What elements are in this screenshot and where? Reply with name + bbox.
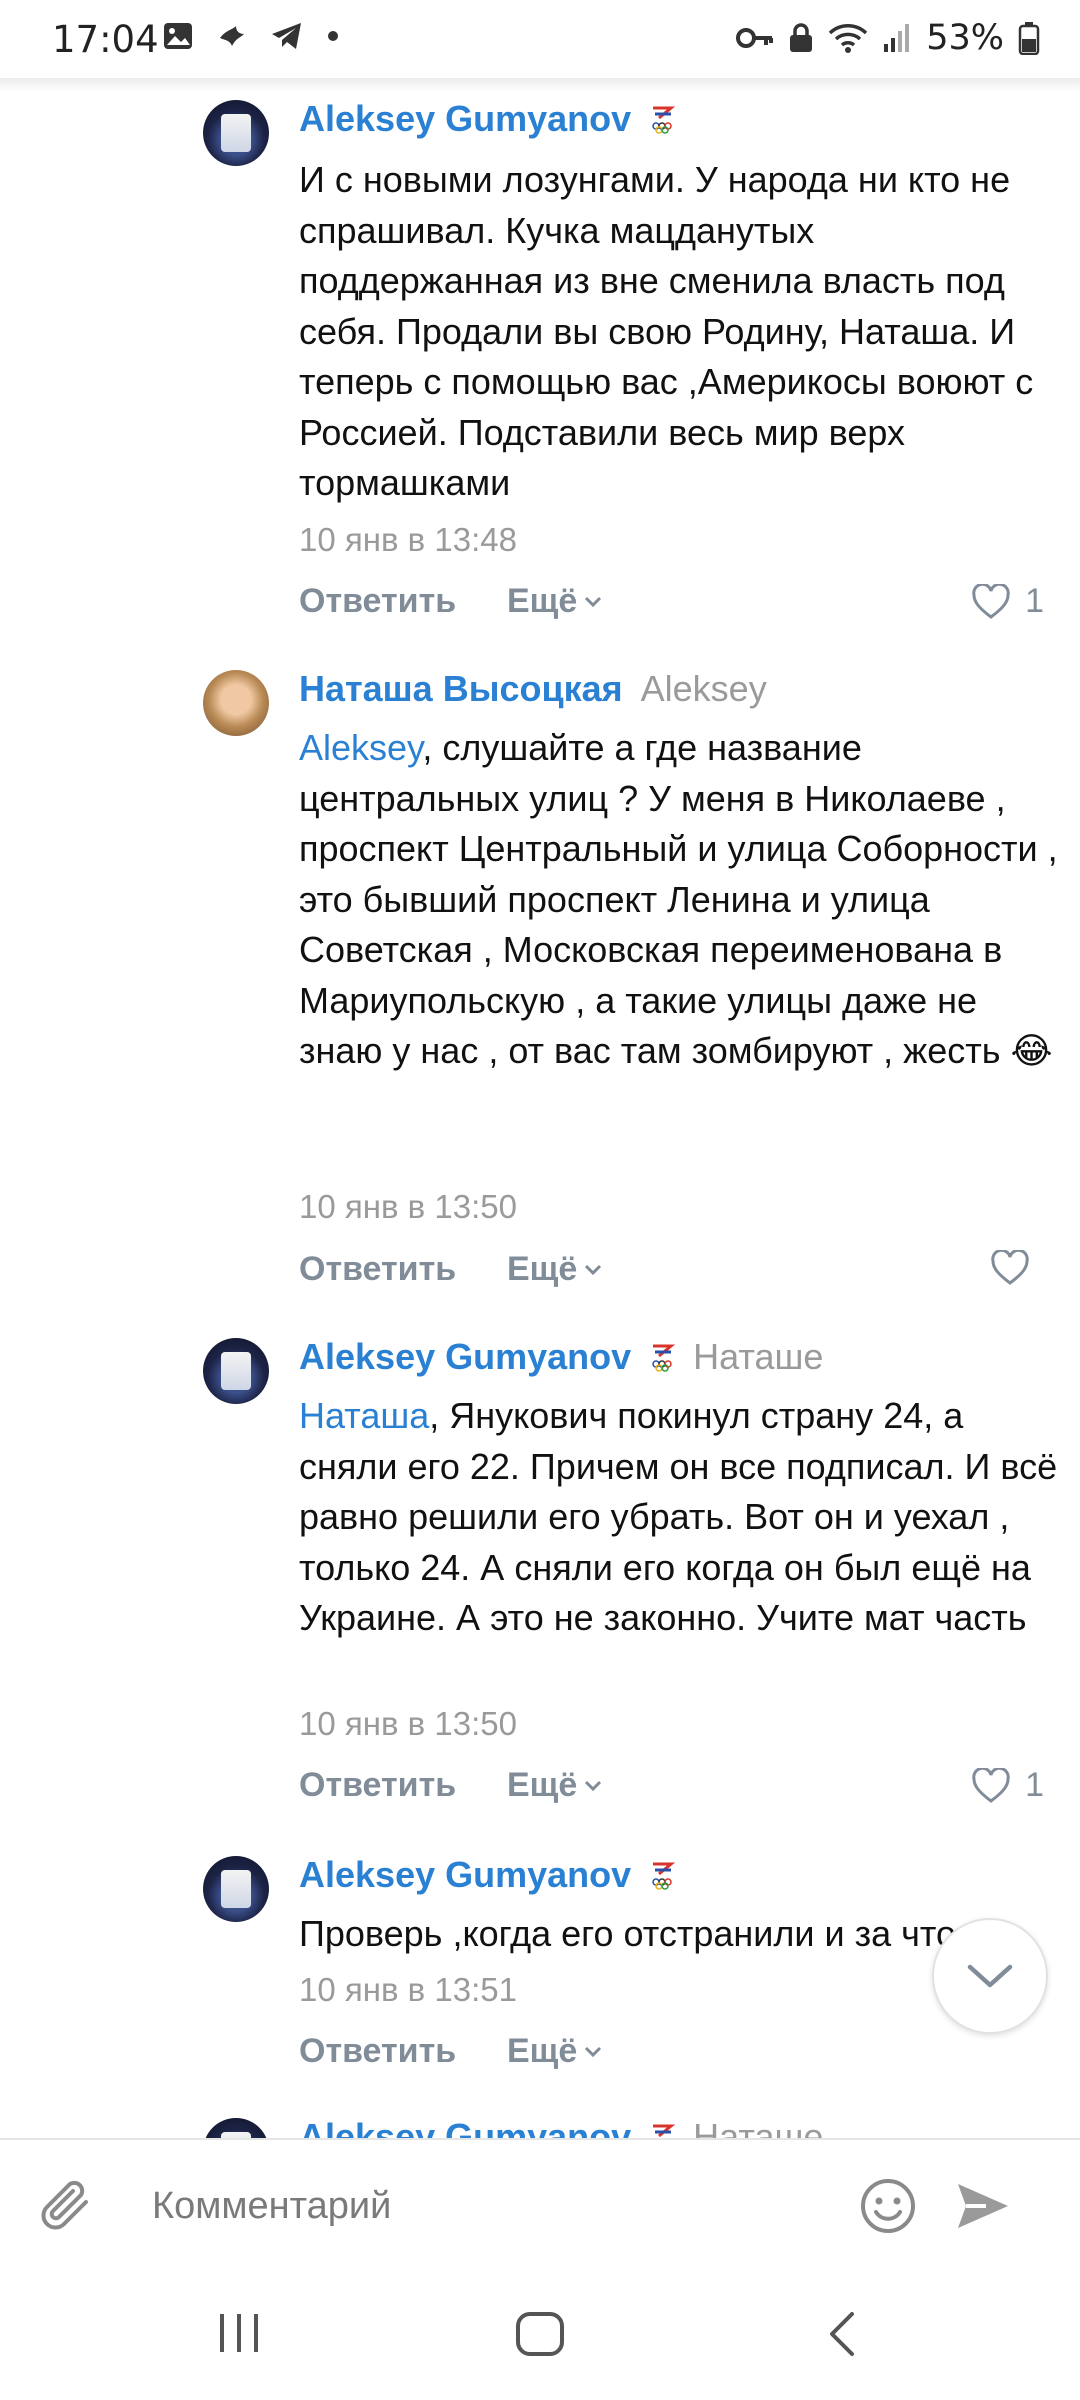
top-shadow [0, 78, 1080, 92]
comment-header: Aleksey Gumyanov [299, 98, 676, 140]
battery-icon [1018, 22, 1040, 55]
mention-link[interactable]: Aleksey [299, 727, 422, 768]
dot-icon [328, 31, 338, 41]
reply-button[interactable]: Ответить [299, 1250, 456, 1289]
comment-composer [0, 2138, 1080, 2272]
comment-date: 10 янв в 13:50 [299, 1188, 517, 1225]
more-button[interactable]: Ещё [507, 2032, 603, 2071]
more-button[interactable]: Ещё [507, 582, 603, 621]
heart-icon [972, 583, 1010, 619]
like-count: 1 [1025, 1766, 1044, 1804]
telegram-icon [272, 23, 301, 49]
heart-icon [972, 1767, 1010, 1803]
author-name[interactable]: Aleksey Gumyanov [299, 98, 631, 140]
comment-header: Aleksey Gumyanov [299, 1854, 676, 1896]
emoji-icon[interactable] [858, 2176, 918, 2236]
comments-list[interactable]: Aleksey Gumyanov И с новыми лозунгами. У… [0, 78, 1080, 2138]
chevron-down-icon [585, 2046, 602, 2057]
author-name[interactable]: Наташа Высоцкая [299, 668, 623, 710]
like-button[interactable] [990, 1250, 1044, 1286]
chevron-down-icon [585, 1264, 602, 1275]
comment-input[interactable] [150, 2170, 834, 2242]
comment-body: , слушайте а где название центральных ул… [299, 727, 1058, 1071]
comment-actions: Ответить Ещё [299, 2032, 1044, 2082]
paperclip-icon[interactable] [38, 2176, 98, 2238]
author-name[interactable]: Aleksey Gumyanov [299, 2116, 631, 2138]
reply-to-name[interactable]: Наташе [693, 1336, 823, 1378]
olympic-badge-icon [652, 1862, 676, 1890]
wifi-icon [828, 24, 868, 53]
notification-icons [162, 20, 340, 52]
reply-button[interactable]: Ответить [299, 582, 456, 621]
avatar[interactable] [203, 100, 269, 166]
key-icon [736, 28, 774, 48]
avatar[interactable] [203, 2118, 269, 2138]
reply-to-name[interactable]: Наташе [693, 2116, 823, 2138]
recents-icon[interactable] [214, 2310, 264, 2356]
comment-actions: Ответить Ещё 1 [299, 582, 1044, 632]
back-icon[interactable] [822, 2310, 862, 2358]
system-nav-bar [0, 2270, 1080, 2400]
vk-bird-icon [220, 26, 244, 46]
more-button[interactable]: Ещё [507, 1250, 603, 1289]
comment-header: Aleksey Gumyanov Наташе [299, 1336, 823, 1378]
reply-button[interactable]: Ответить [299, 2032, 456, 2071]
heart-icon [991, 1250, 1029, 1285]
author-name[interactable]: Aleksey Gumyanov [299, 1336, 631, 1378]
comment-date: 10 янв в 13:48 [299, 521, 517, 558]
like-button[interactable]: 1 [971, 1766, 1044, 1805]
more-label: Ещё [507, 2032, 578, 2070]
reply-to-name[interactable]: Aleksey [641, 668, 767, 710]
mention-link[interactable]: Наташа [299, 1395, 429, 1436]
more-label: Ещё [507, 582, 578, 620]
comment-header: Aleksey Gumyanov Наташе [299, 2116, 823, 2138]
chevron-down-icon [967, 1964, 1013, 1988]
author-name[interactable]: Aleksey Gumyanov [299, 1854, 631, 1896]
scroll-down-button[interactable] [932, 1918, 1048, 2034]
status-bar: 17:04 53% [0, 0, 1080, 78]
olympic-badge-icon [652, 106, 676, 134]
avatar[interactable] [203, 670, 269, 736]
olympic-badge-icon [653, 2124, 676, 2138]
like-count: 1 [1025, 582, 1044, 620]
status-time: 17:04 [52, 18, 159, 61]
chevron-down-icon [585, 596, 602, 607]
system-icons: 53% [736, 18, 1040, 58]
like-button[interactable]: 1 [971, 582, 1044, 621]
more-label: Ещё [507, 1766, 578, 1804]
comment-date: 10 янв в 13:51 [299, 1971, 517, 2008]
reply-button[interactable]: Ответить [299, 1766, 456, 1805]
comment-text: Aleksey, слушайте а где название централ… [299, 723, 1059, 1077]
more-button[interactable]: Ещё [507, 1766, 603, 1805]
avatar[interactable] [203, 1856, 269, 1922]
battery-percent: 53% [926, 18, 1004, 58]
comment-actions: Ответить Ещё 1 [299, 1766, 1044, 1816]
comment-date: 10 янв в 13:50 [299, 1705, 517, 1742]
send-icon[interactable] [952, 2178, 1012, 2234]
avatar[interactable] [203, 1338, 269, 1404]
signal-icon [884, 24, 910, 52]
home-icon[interactable] [514, 2310, 566, 2358]
comment-text: И с новыми лозунгами. У народа ни кто не… [299, 159, 1034, 503]
more-label: Ещё [507, 1250, 578, 1288]
lock-icon [790, 23, 813, 52]
olympic-badge-icon [652, 1344, 676, 1372]
gallery-icon [164, 23, 192, 49]
comment-actions: Ответить Ещё [299, 1250, 1044, 1300]
comment-header: Наташа Высоцкая Aleksey [299, 668, 767, 710]
chevron-down-icon [585, 1780, 602, 1791]
comment-text: Наташа, Янукович покинул страну 24, а сн… [299, 1391, 1059, 1644]
